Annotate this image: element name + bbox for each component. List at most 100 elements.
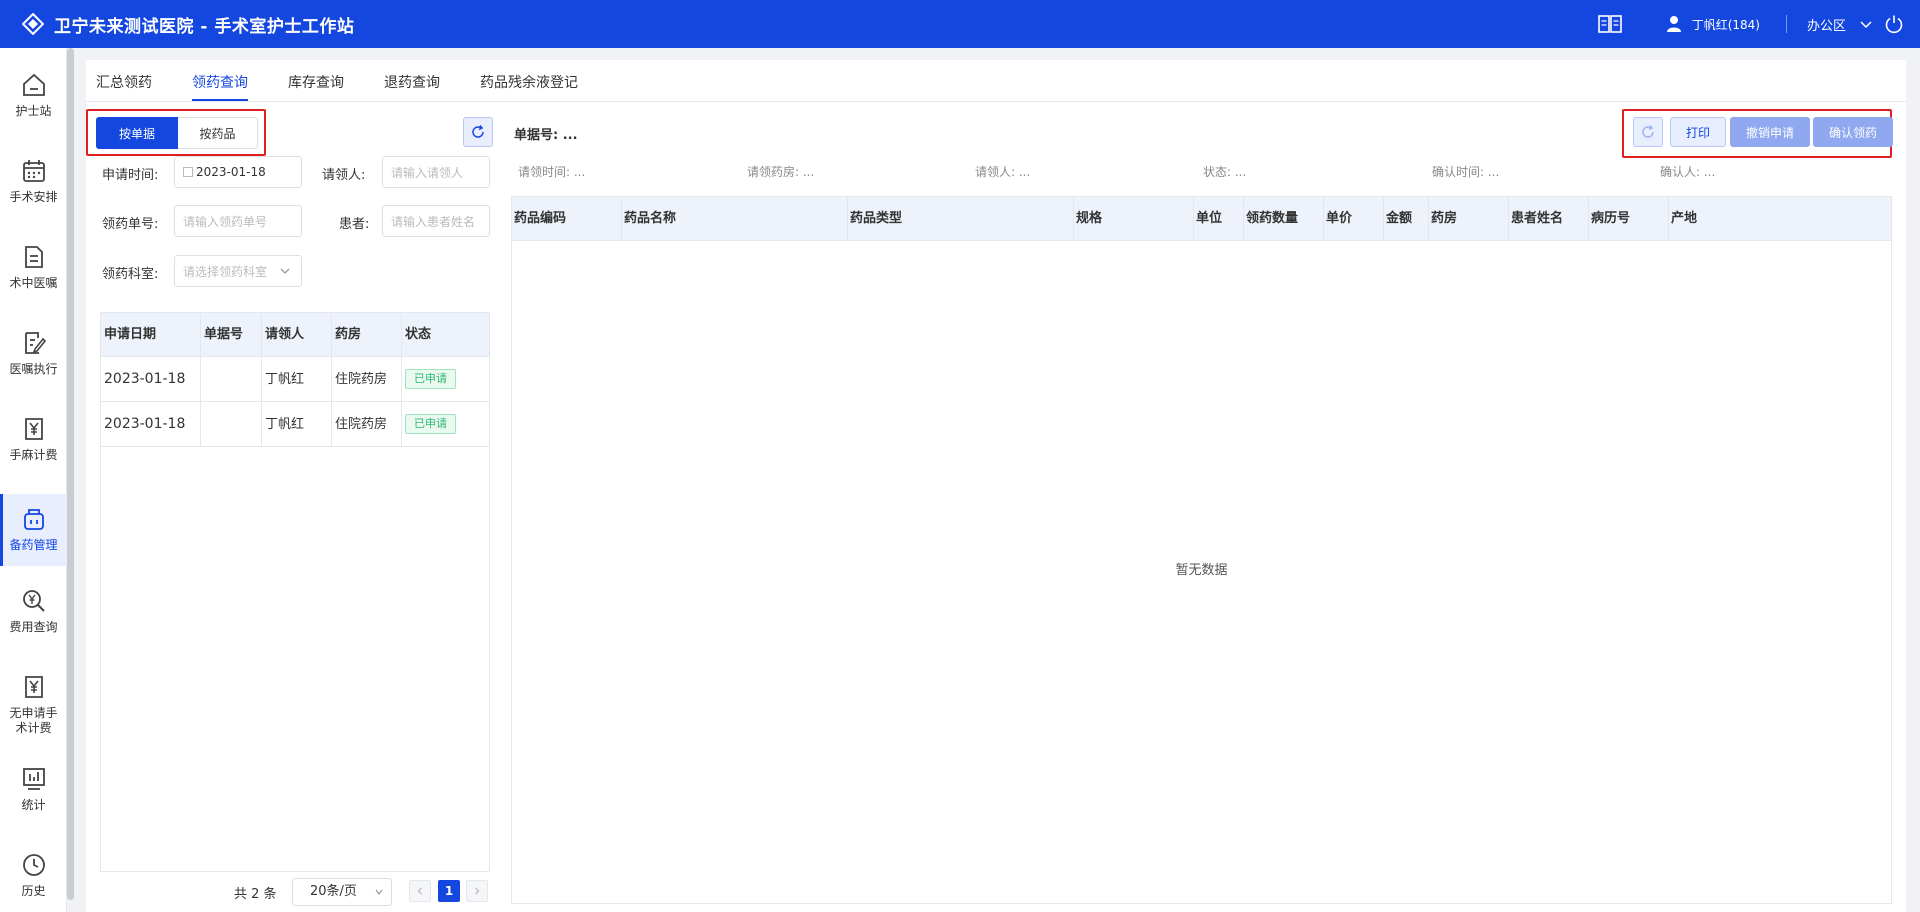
sidebar-item-history[interactable]: 历史	[0, 852, 67, 899]
column-header: 药房	[1429, 197, 1509, 241]
apply-time-date-picker[interactable]: 2023-01-18	[174, 156, 302, 188]
column-header: 状态	[402, 313, 489, 357]
cell-requester: 丁帆红	[262, 357, 332, 402]
pagination-total: 共 2 条	[234, 886, 277, 902]
office-selector[interactable]: 办公区	[1807, 15, 1846, 34]
dept-select-placeholder: 请选择领药科室	[183, 264, 268, 279]
requester-input[interactable]: 请输入请领人	[382, 156, 490, 188]
main-panel: 汇总领药 领药查询 库存查询 退药查询 药品残余液登记 按单据 按药品 申请时间…	[86, 60, 1906, 912]
chevron-down-icon[interactable]	[1860, 18, 1872, 30]
refresh-icon	[472, 125, 484, 138]
tab-return-query[interactable]: 退药查询	[384, 72, 440, 92]
print-button[interactable]: 打印	[1670, 117, 1726, 147]
sidebar-item-label: 历史	[21, 884, 46, 898]
sidebar-item-nurse-station[interactable]: 护士站	[0, 72, 67, 119]
meta-requester: 请领人: ...	[975, 165, 1031, 179]
calendar-icon	[183, 167, 193, 177]
by-drug-toggle[interactable]: 按药品	[178, 117, 258, 149]
patient-input[interactable]: 请输入患者姓名	[382, 205, 490, 237]
sidebar-item-fee-query[interactable]: 费用查询	[0, 588, 67, 635]
page-number-current[interactable]: 1	[438, 880, 460, 902]
sidebar-item-order-execution[interactable]: 医嘱执行	[0, 330, 67, 377]
order-no-input[interactable]: 请输入领药单号	[174, 205, 302, 237]
yen-document-icon	[24, 418, 43, 440]
column-header: 金额	[1384, 197, 1429, 241]
sidebar-item-surgery-schedule[interactable]: 手术安排	[0, 158, 67, 205]
book-icon[interactable]	[1597, 14, 1622, 34]
user-menu[interactable]: 丁帆红(184)	[1666, 15, 1760, 33]
confirm-dispense-button[interactable]: 确认领药	[1813, 117, 1893, 147]
meta-status: 状态: ...	[1203, 165, 1247, 179]
sidebar-item-unrequested-surgery-billing[interactable]: 无申请手术计费	[0, 674, 67, 736]
sidebar-item-label: 手麻计费	[9, 448, 58, 462]
app-title: 卫宁未来测试医院 - 手术室护士工作站	[54, 16, 355, 37]
active-tab-indicator	[192, 99, 248, 101]
empty-state-text: 暂无数据	[1175, 563, 1228, 578]
cell-pharmacy: 住院药房	[332, 402, 402, 447]
sidebar-item-label: 护士站	[15, 104, 52, 118]
sidebar-scrollbar[interactable]	[67, 48, 74, 900]
column-header: 患者姓名	[1509, 197, 1589, 241]
clock-icon	[22, 854, 45, 876]
column-header: 药房	[332, 313, 402, 357]
meta-pharmacy: 请领药房: ...	[747, 165, 815, 179]
tab-bar: 汇总领药 领药查询 库存查询 退药查询 药品残余液登记	[86, 60, 1906, 102]
column-header: 病历号	[1589, 197, 1669, 241]
left-refresh-button[interactable]	[463, 117, 493, 147]
sidebar-item-intraop-orders[interactable]: 术中医嘱	[0, 244, 67, 291]
chevron-left-icon	[417, 887, 422, 895]
page-size-select[interactable]: 20条/页	[292, 878, 392, 906]
next-page-button[interactable]	[466, 880, 488, 902]
column-header: 请领人	[262, 313, 332, 357]
tab-summary-dispense[interactable]: 汇总领药	[96, 72, 152, 92]
column-header: 规格	[1074, 197, 1194, 241]
column-header: 单位	[1194, 197, 1244, 241]
edit-document-icon	[24, 332, 46, 354]
document-icon	[24, 246, 43, 268]
home-icon	[22, 73, 45, 96]
prev-page-button[interactable]	[409, 880, 431, 902]
sidebar-item-label: 无申请手术计费	[9, 706, 58, 735]
sidebar: 护士站 手术安排 术中医嘱 医嘱执行 手麻计费 备药管理 费用查询 无申请手术计…	[0, 48, 67, 912]
sidebar-item-statistics[interactable]: 统计	[0, 766, 67, 813]
apply-time-value: 2023-01-18	[196, 165, 266, 179]
column-header: 申请日期	[101, 313, 201, 357]
tab-dispense-query[interactable]: 领药查询	[192, 72, 248, 92]
column-header: 产地	[1671, 211, 1698, 226]
tab-residual-registration[interactable]: 药品残余液登记	[480, 72, 578, 92]
meta-request-time: 请领时间: ...	[518, 165, 586, 179]
power-icon[interactable]	[1884, 14, 1904, 34]
sidebar-item-medicine-management[interactable]: 备药管理	[0, 494, 67, 566]
cell-date: 2023-01-18	[101, 357, 201, 402]
cell-status: 已申请	[402, 402, 489, 447]
tab-stock-query[interactable]: 库存查询	[288, 72, 344, 92]
cell-pharmacy: 住院药房	[332, 357, 402, 402]
by-document-toggle[interactable]: 按单据	[96, 117, 178, 149]
column-header: 单价	[1324, 197, 1384, 241]
column-header: 药品名称	[622, 197, 848, 241]
sidebar-item-label: 医嘱执行	[9, 362, 58, 376]
yen-search-icon	[22, 590, 45, 612]
patient-label: 患者:	[339, 217, 370, 232]
cell-status: 已申请	[402, 357, 489, 402]
cancel-request-button[interactable]: 撤销申请	[1730, 117, 1810, 147]
column-header: 药品编码	[512, 197, 622, 241]
page-size-value: 20条/页	[310, 884, 357, 899]
sidebar-item-label: 统计	[21, 798, 46, 812]
chevron-down-icon	[375, 889, 383, 895]
sidebar-item-label: 术中医嘱	[9, 276, 58, 290]
username: 丁帆红(184)	[1691, 17, 1760, 32]
right-refresh-button[interactable]	[1633, 117, 1663, 147]
status-badge: 已申请	[405, 369, 456, 389]
dispense-list-table: 申请日期 单据号 请领人 药房 状态 2023-01-18 丁帆红 住院药房 已…	[100, 312, 490, 872]
hospital-logo-icon	[22, 13, 44, 35]
user-icon	[1666, 16, 1681, 32]
refresh-icon	[1642, 125, 1654, 138]
dept-select[interactable]: 请选择领药科室	[174, 255, 302, 287]
header-divider	[1785, 15, 1787, 33]
sidebar-item-anesthesia-billing[interactable]: 手麻计费	[0, 416, 67, 463]
cell-date: 2023-01-18	[101, 402, 201, 447]
sidebar-item-label: 手术安排	[9, 190, 58, 204]
top-header: 卫宁未来测试医院 - 手术室护士工作站 丁帆红(184) 办公区	[0, 0, 1920, 48]
yen-document-icon	[24, 676, 43, 698]
